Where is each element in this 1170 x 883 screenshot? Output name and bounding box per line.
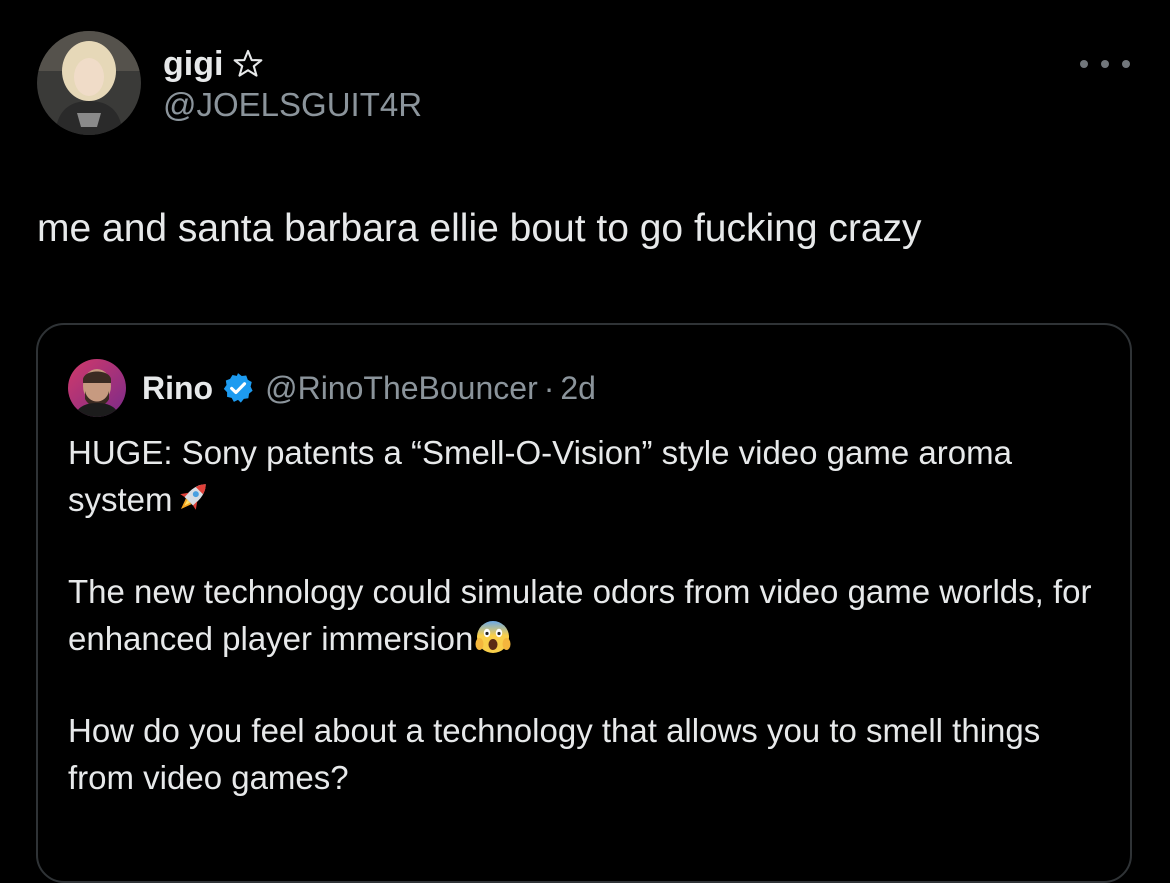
author-display-name[interactable]: gigi [163, 45, 223, 84]
quote-paragraph: HUGE: Sony patents a “Smell-O-Vision” st… [68, 429, 1108, 523]
verified-badge-icon [221, 371, 255, 405]
star-outline-icon [231, 47, 265, 81]
more-dot-icon [1080, 60, 1088, 68]
author-name-row: gigi [163, 44, 422, 84]
author-info: gigi @JOELSGUIT4R [163, 44, 422, 124]
quote-separator: · [543, 369, 555, 406]
quote-paragraph: The new technology could simulate odors … [68, 568, 1108, 662]
quote-paragraph-text: How do you feel about a technology that … [68, 712, 1041, 796]
quote-author-name[interactable]: Rino [142, 370, 213, 407]
author-handle[interactable]: @JOELSGUIT4R [163, 86, 422, 124]
more-options-button[interactable] [1080, 52, 1130, 76]
quote-body: HUGE: Sony patents a “Smell-O-Vision” st… [68, 429, 1108, 846]
more-dot-icon [1122, 60, 1130, 68]
quote-timestamp[interactable]: 2d [560, 370, 596, 407]
quote-paragraph: How do you feel about a technology that … [68, 707, 1108, 801]
quote-author-avatar[interactable] [68, 359, 126, 417]
quote-header: Rino @RinoTheBouncer · 2d [68, 359, 596, 417]
tweet: gigi @JOELSGUIT4R me and santa barbara e… [0, 0, 1170, 883]
quote-tweet-card[interactable]: Rino @RinoTheBouncer · 2d HUGE: Sony pat… [36, 323, 1132, 883]
quote-author-handle[interactable]: @RinoTheBouncer [265, 370, 538, 407]
author-avatar[interactable] [37, 31, 141, 135]
quote-paragraph-text: The new technology could simulate odors … [68, 573, 1092, 657]
more-dot-icon [1101, 60, 1109, 68]
tweet-text: me and santa barbara ellie bout to go fu… [37, 207, 922, 250]
screaming-face-emoji-icon [473, 616, 513, 656]
rocket-emoji-icon [173, 477, 213, 517]
